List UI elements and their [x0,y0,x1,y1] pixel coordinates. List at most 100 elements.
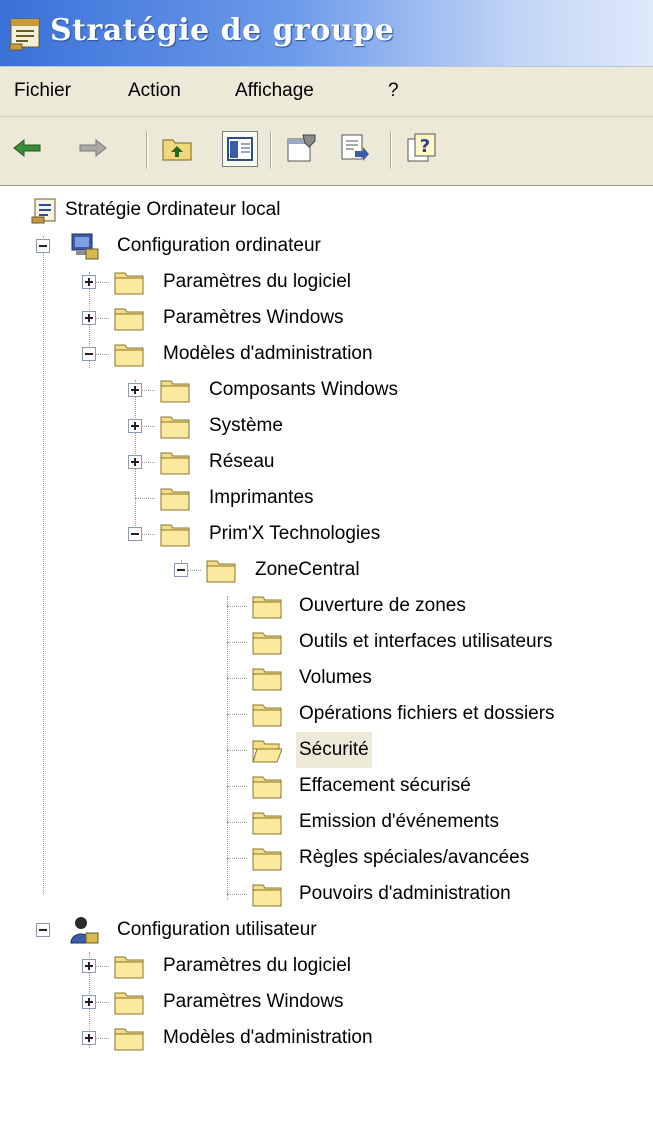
tree-label: Composants Windows [209,379,399,400]
back-button[interactable] [10,131,44,165]
tree-label: Outils et interfaces utilisateurs [299,631,553,652]
tree-node-event-emission[interactable]: Emission d'événements [0,804,653,840]
tree-node-software-settings[interactable]: Paramètres du logiciel [0,264,653,300]
folder-icon [252,848,282,871]
show-hide-tree-icon [227,137,253,161]
tree-label: ZoneCentral [255,559,360,580]
tree-node-special-advanced-rules[interactable]: Règles spéciales/avancées [0,840,653,876]
expand-toggle[interactable] [128,383,142,397]
tree-node-secure-erase[interactable]: Effacement sécurisé [0,768,653,804]
tree-node-zone-opening[interactable]: Ouverture de zones [0,588,653,624]
help-button[interactable]: ? [404,131,438,165]
tree-label: Modèles d'administration [163,343,373,364]
folder-icon [252,596,282,619]
back-arrow-icon [13,138,41,158]
folder-icon [252,632,282,655]
tree-node-computer-configuration[interactable]: Configuration ordinateur [0,228,653,264]
collapse-toggle[interactable] [36,923,50,937]
tree-label: Prim'X Technologies [209,523,381,544]
expand-toggle[interactable] [128,419,142,433]
tree-node-user-administrative-templates[interactable]: Modèles d'administration [0,1020,653,1056]
title-bar[interactable]: Stratégie de groupe [0,0,653,67]
collapse-toggle[interactable] [174,563,188,577]
folder-icon [160,380,190,403]
tree-node-user-tools-interfaces[interactable]: Outils et interfaces utilisateurs [0,624,653,660]
expand-toggle[interactable] [82,275,96,289]
menu-affichage[interactable]: Affichage [235,80,314,102]
expand-toggle[interactable] [128,455,142,469]
tree-node-system[interactable]: Système [0,408,653,444]
collapse-toggle[interactable] [36,239,50,253]
menu-help[interactable]: ? [388,80,399,102]
tree-node-zonecentral[interactable]: ZoneCentral [0,552,653,588]
tree-label: Paramètres Windows [163,991,344,1012]
folder-icon [206,560,236,583]
tree-node-administrative-templates[interactable]: Modèles d'administration [0,336,653,372]
properties-button[interactable] [284,131,318,165]
folder-icon [160,524,190,547]
export-list-icon [341,134,369,161]
tree-label: Configuration utilisateur [117,919,317,940]
tree-node-network[interactable]: Réseau [0,444,653,480]
expand-toggle[interactable] [82,959,96,973]
window-title: Stratégie de groupe [50,13,395,48]
tree-node-security[interactable]: Sécurité [0,732,653,768]
properties-icon [287,134,316,162]
menu-fichier[interactable]: Fichier [14,80,71,102]
tree-label: Effacement sécurisé [299,775,471,796]
tree-node-printers[interactable]: Imprimantes [0,480,653,516]
tree-view[interactable]: Stratégie Ordinateur local Configuration… [0,186,653,1145]
tree-node-user-configuration[interactable]: Configuration utilisateur [0,912,653,948]
tree-node-user-windows-settings[interactable]: Paramètres Windows [0,984,653,1020]
forward-arrow-icon [79,138,107,158]
folder-icon [114,956,144,979]
tree-label: Imprimantes [209,487,314,508]
tree-label: Règles spéciales/avancées [299,847,530,868]
tree-label: Modèles d'administration [163,1027,373,1048]
folder-icon [114,272,144,295]
tree-label: Emission d'événements [299,811,500,832]
tree-label: Pouvoirs d'administration [299,883,511,904]
tree-node-admin-powers[interactable]: Pouvoirs d'administration [0,876,653,912]
tree-label: Paramètres du logiciel [163,271,351,292]
expand-toggle[interactable] [82,311,96,325]
svg-text:?: ? [420,136,430,157]
forward-button[interactable] [76,131,110,165]
tree-node-volumes[interactable]: Volumes [0,660,653,696]
tree-node-file-folder-operations[interactable]: Opérations fichiers et dossiers [0,696,653,732]
export-list-button[interactable] [338,131,372,165]
folder-icon [252,884,282,907]
folder-icon [252,668,282,691]
tree-node-local-policy[interactable]: Stratégie Ordinateur local [0,192,653,228]
group-policy-icon [9,18,40,51]
menu-bar: Fichier Action Affichage ? [0,67,653,117]
tree-node-primx-technologies[interactable]: Prim'X Technologies [0,516,653,552]
tree-label: Ouverture de zones [299,595,466,616]
folder-icon [114,344,144,367]
collapse-toggle[interactable] [128,527,142,541]
expand-toggle[interactable] [82,1031,96,1045]
folder-icon [252,704,282,727]
tree-label-selected: Sécurité [296,732,372,768]
tree-node-windows-components[interactable]: Composants Windows [0,372,653,408]
menu-action[interactable]: Action [128,80,181,102]
folder-icon [160,452,190,475]
tree-label: Système [209,415,283,436]
folder-icon [160,416,190,439]
folder-icon [252,776,282,799]
policy-scroll-icon [31,198,56,224]
expand-toggle[interactable] [82,995,96,1009]
tree-node-windows-settings[interactable]: Paramètres Windows [0,300,653,336]
help-icon: ? [407,133,436,162]
tree-node-user-software-settings[interactable]: Paramètres du logiciel [0,948,653,984]
tree-label: Paramètres du logiciel [163,955,351,976]
up-level-button[interactable] [160,131,194,165]
collapse-toggle[interactable] [82,347,96,361]
folder-icon [114,992,144,1015]
show-hide-tree-button[interactable] [222,131,258,167]
folder-icon [114,1028,144,1051]
folder-icon [160,488,190,511]
tree-label: Réseau [209,451,275,472]
folder-icon [252,812,282,835]
user-icon [70,917,99,944]
